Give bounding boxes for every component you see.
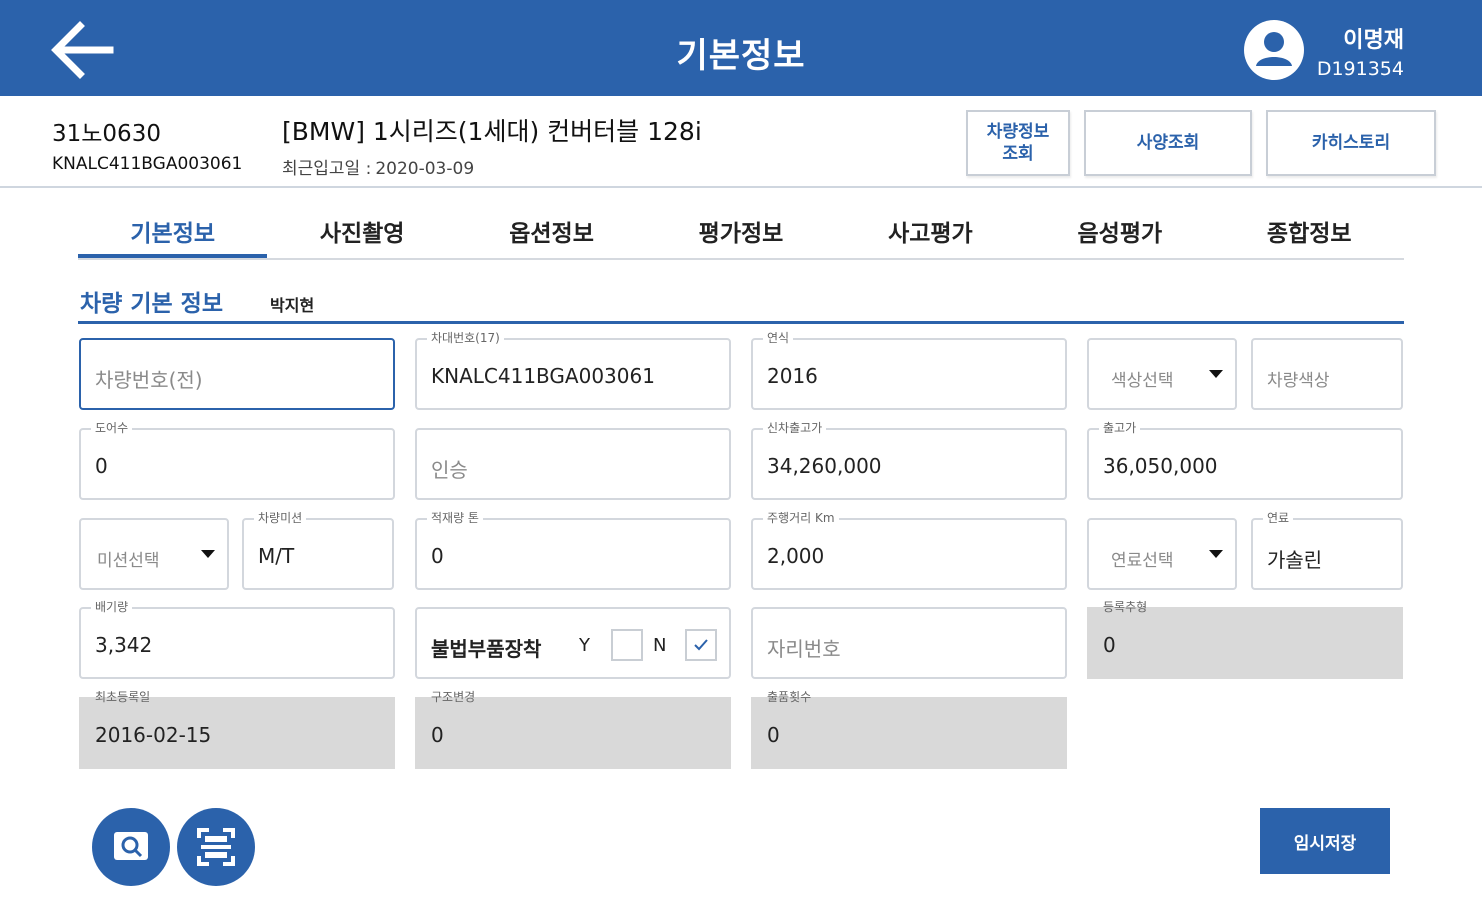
mileage-field[interactable]: 주행거리 Km 2,000	[751, 511, 1067, 590]
illegal-parts-n-checkbox[interactable]	[685, 629, 717, 661]
search-icon	[114, 832, 148, 860]
vehicle-vin: KNALC411BGA003061	[52, 154, 243, 174]
car-history-button[interactable]: 카히스토리	[1266, 110, 1436, 176]
new-price-value: 34,260,000	[767, 454, 882, 478]
recent-entry-label: 최근입고일 :	[282, 159, 372, 179]
tab-accident[interactable]: 사고평가	[836, 200, 1025, 258]
tab-options[interactable]: 옵션정보	[457, 200, 646, 258]
mission-field[interactable]: 차량미션 M/T	[242, 511, 394, 590]
release-price-value: 36,050,000	[1103, 454, 1218, 478]
mission-label: 차량미션	[254, 511, 307, 525]
export-count-label: 출품횟수	[767, 690, 812, 704]
spec-lookup-button[interactable]: 사양조회	[1084, 110, 1252, 176]
fuel-select[interactable]: 연료선택	[1087, 518, 1237, 590]
structure-change-value: 0	[431, 723, 444, 747]
section-divider	[78, 321, 1404, 324]
tab-bar: 기본정보 사진촬영 옵션정보 평가정보 사고평가 음성평가 종합정보	[78, 200, 1404, 260]
release-price-label: 출고가	[1099, 421, 1141, 435]
app-header: 기본정보 이명재 D191354	[0, 0, 1482, 96]
load-value: 0	[431, 544, 444, 568]
vin-value: KNALC411BGA003061	[431, 364, 655, 388]
load-label: 적재량 톤	[427, 511, 483, 525]
vin-field[interactable]: 차대번호(17) KNALC411BGA003061	[415, 331, 731, 410]
vehicle-summary: 31노0630 KNALC411BGA003061 [BMW] 1시리즈(1세대…	[0, 96, 1482, 188]
illegal-parts-label: 불법부품장착	[431, 637, 542, 661]
year-value: 2016	[767, 364, 818, 388]
vehicle-plate: 31노0630	[52, 121, 161, 147]
mission-select[interactable]: 미션선택	[79, 518, 229, 590]
car-info-lookup-button[interactable]: 차량정보 조회	[966, 110, 1070, 176]
temp-save-button[interactable]: 임시저장	[1260, 808, 1390, 874]
user-avatar-icon[interactable]	[1244, 20, 1304, 80]
fuel-field[interactable]: 연료 가솔린	[1251, 511, 1403, 590]
vehicle-model: [BMW] 1시리즈(1세대) 컨버터블 128i	[282, 117, 702, 146]
doors-field[interactable]: 도어수 0	[79, 421, 395, 500]
seat-no-placeholder: 자리번호	[767, 637, 841, 661]
plate-prev-placeholder: 차량번호(전)	[95, 368, 203, 392]
tab-photo[interactable]: 사진촬영	[267, 200, 456, 258]
export-count-value: 0	[767, 723, 780, 747]
plate-prev-field[interactable]: 차량번호(전)	[79, 338, 395, 410]
scan-button[interactable]	[177, 808, 255, 886]
recent-entry-date: 최근입고일 :2020-03-09	[282, 154, 474, 179]
reg-count-value: 0	[1103, 633, 1116, 657]
color-select-placeholder: 색상선택	[1111, 371, 1174, 391]
section-user: 박지현	[270, 296, 315, 315]
seat-no-field[interactable]: 자리번호	[751, 607, 1067, 679]
fuel-label: 연료	[1263, 511, 1294, 525]
illegal-parts-field: 불법부품장착 Y N	[415, 607, 731, 679]
illegal-parts-y-checkbox[interactable]	[611, 629, 643, 661]
doors-value: 0	[95, 454, 108, 478]
tab-summary[interactable]: 종합정보	[1215, 200, 1404, 258]
illegal-parts-y-label: Y	[579, 635, 590, 656]
first-reg-value: 2016-02-15	[95, 723, 212, 747]
load-field[interactable]: 적재량 톤 0	[415, 511, 731, 590]
recent-entry-value: 2020-03-09	[375, 159, 475, 179]
vin-label: 차대번호(17)	[427, 331, 504, 345]
mission-select-placeholder: 미션선택	[97, 551, 160, 571]
capacity-placeholder: 인승	[431, 458, 468, 482]
search-button[interactable]	[92, 808, 170, 886]
mileage-value: 2,000	[767, 544, 825, 568]
illegal-parts-n-label: N	[653, 635, 667, 656]
tab-voice[interactable]: 음성평가	[1025, 200, 1214, 258]
chevron-down-icon	[1209, 370, 1223, 378]
displacement-label: 배기량	[91, 600, 133, 614]
user-id: D191354	[1316, 58, 1404, 80]
capacity-field[interactable]: 인승	[415, 428, 731, 500]
displacement-field[interactable]: 배기량 3,342	[79, 600, 395, 679]
mission-value: M/T	[258, 544, 295, 568]
displacement-value: 3,342	[95, 633, 153, 657]
user-name: 이명재	[1343, 28, 1404, 53]
first-reg-field: 최초등록일 2016-02-15	[79, 690, 395, 769]
tab-evaluation[interactable]: 평가정보	[646, 200, 835, 258]
car-info-lookup-label-1: 차량정보	[986, 122, 1050, 142]
scan-icon	[197, 828, 235, 866]
release-price-field[interactable]: 출고가 36,050,000	[1087, 421, 1403, 500]
color-select[interactable]: 색상선택	[1087, 338, 1237, 410]
checkmark-icon	[694, 639, 708, 651]
reg-count-label: 등록추형	[1103, 600, 1148, 614]
doors-label: 도어수	[91, 421, 133, 435]
new-price-field[interactable]: 신차출고가 34,260,000	[751, 421, 1067, 500]
mileage-label: 주행거리 Km	[763, 511, 839, 525]
car-info-lookup-label-2: 조회	[1002, 144, 1034, 164]
structure-change-label: 구조변경	[431, 690, 476, 704]
year-label: 연식	[763, 331, 794, 345]
reg-count-field: 등록추형 0	[1087, 600, 1403, 679]
color-placeholder: 차량색상	[1267, 371, 1330, 391]
new-price-label: 신차출고가	[763, 421, 827, 435]
tab-basic-info[interactable]: 기본정보	[78, 200, 268, 258]
first-reg-label: 최초등록일	[95, 690, 151, 704]
structure-change-field: 구조변경 0	[415, 690, 731, 769]
export-count-field: 출품횟수 0	[751, 690, 1067, 769]
year-field[interactable]: 연식 2016	[751, 331, 1067, 410]
color-field[interactable]: 차량색상	[1251, 338, 1403, 410]
section-title: 차량 기본 정보	[80, 291, 223, 317]
chevron-down-icon	[1209, 550, 1223, 558]
chevron-down-icon	[201, 550, 215, 558]
fuel-value: 가솔린	[1267, 548, 1323, 572]
fuel-select-placeholder: 연료선택	[1111, 551, 1174, 571]
